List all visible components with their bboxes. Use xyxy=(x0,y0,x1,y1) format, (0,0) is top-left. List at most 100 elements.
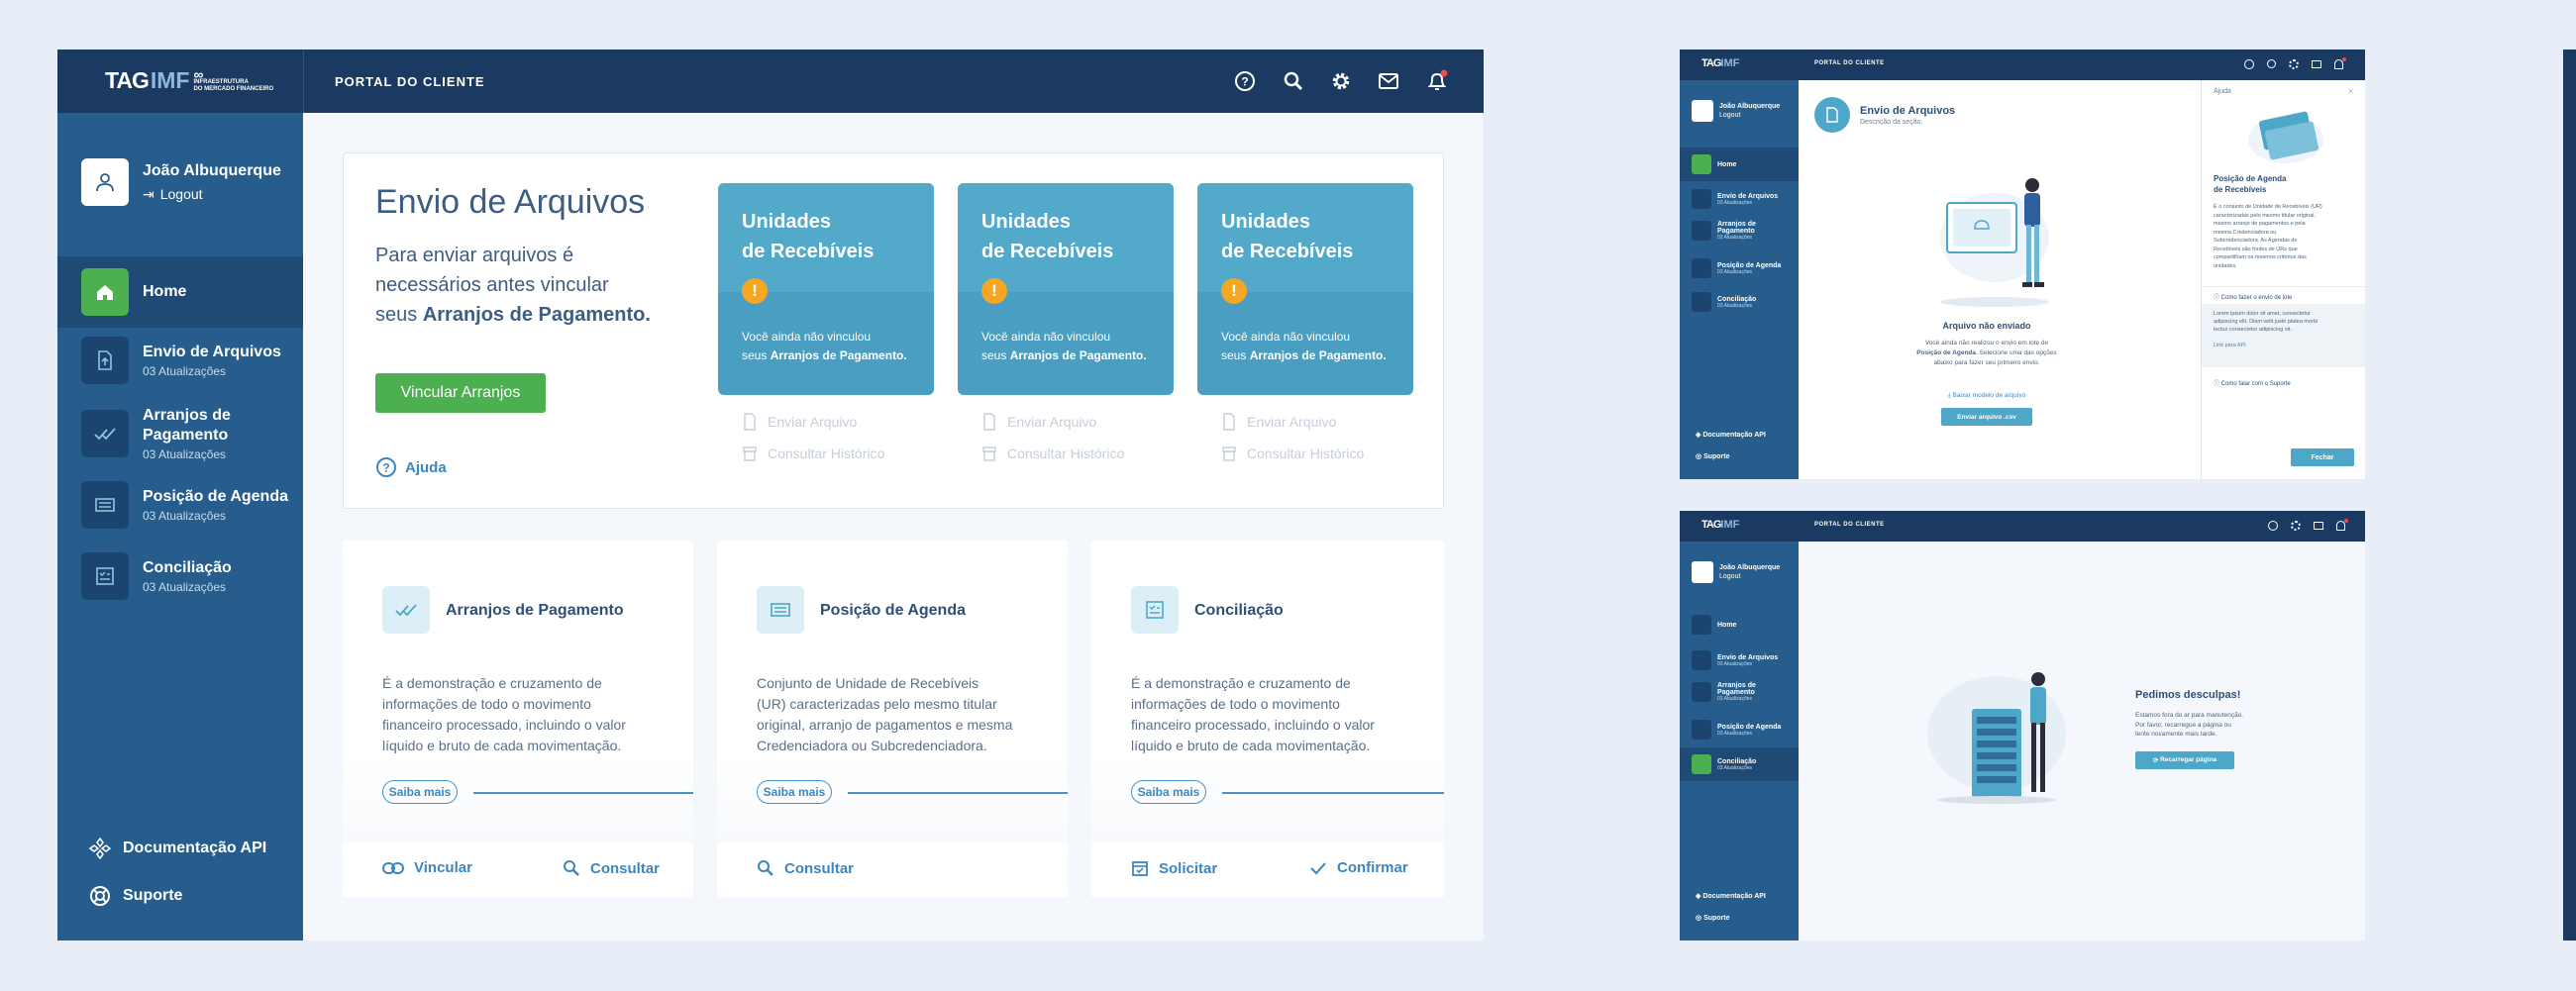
sidebar-item-arranjos[interactable]: Arranjos de Pagamento 03 Atualizações xyxy=(1692,682,1777,702)
send-csv-button[interactable]: Enviar arquivo .csv xyxy=(1941,408,2032,426)
file-upload-icon xyxy=(1814,97,1850,133)
user-name: João Albuquerque xyxy=(1719,103,1781,110)
card-message: seus xyxy=(742,348,771,362)
sidebar-item-envio[interactable]: Envio de Arquivos 03 Atualizações xyxy=(1692,189,1778,209)
sidebar-item-agenda[interactable]: Posição de Agenda 03 Atualizações xyxy=(1692,258,1781,278)
avatar[interactable] xyxy=(81,158,129,206)
help-icon xyxy=(2268,521,2278,531)
logout-link[interactable]: Logout xyxy=(1719,112,1780,119)
saiba-mais-button[interactable]: Saiba mais xyxy=(1131,780,1206,804)
faq-expanded: Lorem ipsum dolor sit amet, consectetur a… xyxy=(2202,304,2365,367)
help-panel: Ajuda × Posição de Agenda de Recebíveis … xyxy=(2201,80,2365,479)
docs-label: Documentação API xyxy=(123,840,267,856)
search-icon[interactable] xyxy=(1283,70,1304,92)
logo-infinity-icon: ∞ xyxy=(193,65,204,82)
sidebar-support-link[interactable]: Suporte xyxy=(89,885,182,907)
sidebar-docs-link[interactable]: ◈ Documentação API xyxy=(1696,431,1766,439)
solicitar-action[interactable]: Solicitar xyxy=(1131,859,1217,877)
sidebar-item-conciliacao[interactable]: Conciliação 03 Atualizações xyxy=(81,552,232,600)
empty-title: Arquivo não enviado xyxy=(1942,321,2031,331)
empty-text: Você ainda não realizou o envio em lote … xyxy=(1916,340,2057,366)
svg-text:?: ? xyxy=(1241,75,1248,89)
lifebuoy-icon xyxy=(90,886,110,906)
enviar-arquivo-action[interactable]: Enviar Arquivo xyxy=(742,413,857,431)
info-card-agenda: Posição de Agenda Conjunto de Unidade de… xyxy=(717,541,1068,897)
consultar-historico-action[interactable]: Consultar Histórico xyxy=(981,445,1124,462)
logo[interactable]: TAG IMF ∞ INFRAESTRUTURA DO MERCADO FINA… xyxy=(105,67,273,94)
consultar-action[interactable]: Consultar xyxy=(757,859,854,877)
help-icon xyxy=(2244,59,2254,69)
consultar-action[interactable]: Consultar xyxy=(563,859,660,877)
user-block: João Albuquerque Logout xyxy=(1692,100,1780,122)
sidebar-item-arranjos[interactable]: Arranjos de Pagamento 03 Atualizações xyxy=(1692,221,1777,241)
gear-icon xyxy=(2291,521,2301,531)
sidebar-item-label: Home xyxy=(143,283,187,300)
sidebar-docs-link[interactable]: ◈ Documentação API xyxy=(1696,892,1766,900)
card-title: de Recebíveis xyxy=(742,241,875,262)
card-title: Unidades xyxy=(981,211,1072,233)
calendar-check-icon xyxy=(1132,861,1148,876)
hero-desc-line: Para enviar arquivos é xyxy=(375,245,574,266)
top-bar: TAG IMF PORTAL DO CLIENTE xyxy=(1680,511,2365,542)
sidebar-item-arranjos[interactable]: Arranjos de Pagamento 03 Atualizações xyxy=(81,406,291,461)
api-link[interactable]: Link para API xyxy=(2214,342,2354,349)
hero-desc-line: seus xyxy=(375,304,423,326)
sidebar-item-home[interactable]: Home xyxy=(57,256,303,328)
logout-link[interactable]: Logout xyxy=(1719,573,1780,580)
close-help-button[interactable]: Fechar xyxy=(2291,448,2354,466)
portal-title: PORTAL DO CLIENTE xyxy=(1814,522,1885,528)
faq-item-envio-lote[interactable]: ⓘ Como fazer o envio de lote xyxy=(2202,286,2365,304)
receivable-card[interactable]: Unidades de Recebíveis ! Você ainda não … xyxy=(958,183,1174,395)
saiba-mais-button[interactable]: Saiba mais xyxy=(382,780,458,804)
logout-link[interactable]: ⇥ Logout xyxy=(143,186,281,203)
sidebar-item-home[interactable]: Home xyxy=(1692,615,1736,635)
vincular-action[interactable]: Vincular xyxy=(382,859,472,876)
avatar[interactable] xyxy=(1692,100,1713,122)
section-header: Envio de Arquivos Descrição da seção. xyxy=(1814,97,1955,133)
card-message-bold: Arranjos de Pagamento. xyxy=(1249,348,1387,362)
faq-item-suporte[interactable]: ⓘ Como falar com o Suporte xyxy=(2202,373,2365,391)
sidebar-item-label: Arranjos de Pagamento xyxy=(143,407,231,444)
consultar-historico-action[interactable]: Consultar Histórico xyxy=(1221,445,1364,462)
sidebar-docs-link[interactable]: Documentação API xyxy=(89,838,266,859)
sidebar-support-link[interactable]: ◎ Suporte xyxy=(1696,914,1730,922)
enviar-arquivo-action[interactable]: Enviar Arquivo xyxy=(981,413,1096,431)
api-docs-icon xyxy=(89,838,111,859)
help-icon[interactable]: ? xyxy=(1234,70,1256,92)
info-card-text: Conjunto de Unidade de Recebíveis (UR) ca… xyxy=(757,675,1013,753)
receivable-card[interactable]: Unidades de Recebíveis ! Você ainda não … xyxy=(1197,183,1413,395)
sidebar-item-sub: 03 Atualizações xyxy=(143,447,227,461)
saiba-mais-button[interactable]: Saiba mais xyxy=(757,780,832,804)
agenda-icon xyxy=(757,586,804,634)
mail-icon[interactable] xyxy=(1378,71,1399,91)
card-message: Você ainda não vinculou xyxy=(742,330,872,344)
confirmar-action[interactable]: Confirmar xyxy=(1309,859,1408,876)
consultar-historico-action[interactable]: Consultar Histórico xyxy=(742,445,884,462)
sidebar-item-agenda[interactable]: Posição de Agenda 03 Atualizações xyxy=(81,481,288,529)
avatar[interactable] xyxy=(1692,561,1713,583)
sidebar-item-conciliacao[interactable]: Conciliação 03 Atualizações xyxy=(1680,747,1799,781)
topbar-icons[interactable] xyxy=(2268,519,2348,531)
sidebar-support-link[interactable]: ◎ Suporte xyxy=(1696,452,1730,460)
sidebar-item-home[interactable]: Home xyxy=(1680,148,1799,181)
user-icon xyxy=(96,173,114,192)
logout-icon: ⇥ xyxy=(143,185,155,202)
download-template-link[interactable]: ⤓ Baixar modelo de arquivo xyxy=(1814,392,2159,400)
svg-text:?: ? xyxy=(382,461,389,475)
vincular-arranjos-button[interactable]: Vincular Arranjos xyxy=(375,373,546,413)
receivable-card[interactable]: Unidades de Recebíveis ! Você ainda não … xyxy=(718,183,934,395)
sidebar-item-envio[interactable]: Envio de Arquivos 03 Atualizações xyxy=(81,337,281,384)
help-link[interactable]: ? Ajuda xyxy=(375,456,447,478)
enviar-arquivo-action[interactable]: Enviar Arquivo xyxy=(1221,413,1336,431)
sidebar-item-agenda[interactable]: Posição de Agenda 03 Atualizações xyxy=(1692,720,1781,740)
portal-home-screen: TAG IMF ∞ INFRAESTRUTURA DO MERCADO FINA… xyxy=(57,50,1484,941)
sidebar-item-conciliacao[interactable]: Conciliação 03 Atualizações xyxy=(1692,292,1756,312)
notification-bell-icon[interactable] xyxy=(1425,69,1449,93)
gear-icon[interactable] xyxy=(1330,70,1352,92)
hero-card: Envio de Arquivos Para enviar arquivos é… xyxy=(343,152,1444,509)
reload-button[interactable]: ⟳ Recarregar página xyxy=(2135,750,2234,769)
topbar-icons[interactable] xyxy=(2244,57,2346,69)
sidebar-item-envio[interactable]: Envio de Arquivos 03 Atualizações xyxy=(1692,650,1778,670)
hero-desc-bold: Arranjos de Pagamento. xyxy=(422,304,651,326)
close-icon[interactable]: × xyxy=(2348,86,2353,96)
